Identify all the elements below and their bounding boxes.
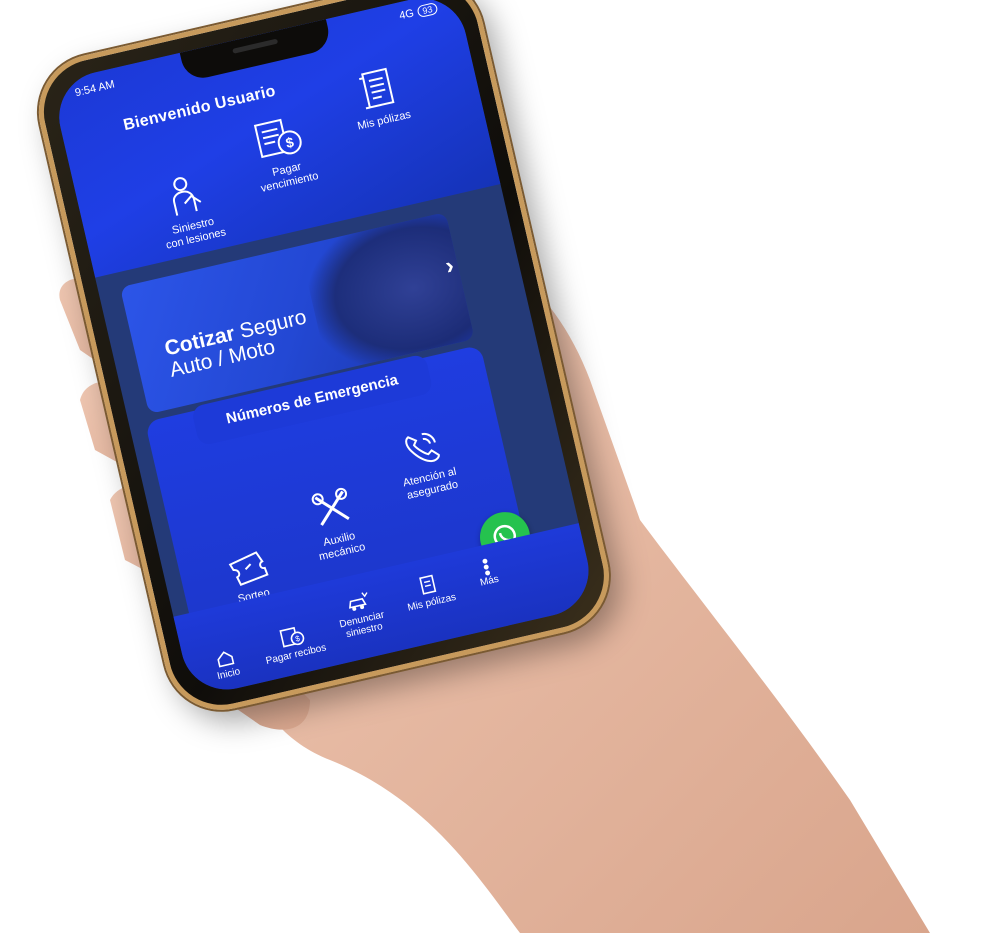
car-image [296, 212, 475, 373]
injured-person-icon [172, 177, 202, 216]
policy-icon [419, 574, 437, 595]
bill-payment-icon: $ [253, 118, 302, 159]
phone-frame: 9:54 AM 4G 93 Bienvenido Usuario Siniest… [27, 0, 621, 722]
battery-indicator: 93 [416, 1, 439, 19]
app-screen: 9:54 AM 4G 93 Bienvenido Usuario Siniest… [50, 0, 598, 699]
home-icon [217, 651, 235, 668]
emergency-item-atencion-asegurado[interactable]: Atención al asegurado [375, 421, 478, 508]
nav-item-pagar-recibos[interactable]: $ Pagar recibos [256, 619, 332, 668]
phone-call-icon [405, 432, 440, 463]
network-label: 4G [398, 7, 416, 23]
user-name: Usuario [213, 82, 278, 113]
quick-action-mis-polizas[interactable]: Mis pólizas [319, 58, 439, 140]
car-crash-icon [349, 592, 368, 611]
nav-item-mis-polizas[interactable]: Mis pólizas [391, 567, 467, 616]
ticket-icon [228, 551, 269, 586]
policy-document-icon [359, 67, 395, 110]
welcome-label: Bienvenido [121, 97, 213, 135]
nav-item-inicio[interactable]: Inicio [189, 642, 264, 687]
receipt-payment-icon: $ [279, 626, 305, 648]
promo-title-rest: Seguro [237, 305, 309, 344]
promo-title: Cotizar Seguro Auto / Moto [162, 305, 314, 381]
nav-item-denunciar-siniestro[interactable]: Denunciar siniestro [321, 584, 399, 644]
emergency-item-auxilio-mecanico[interactable]: Auxilio mecánico [284, 479, 388, 569]
tools-icon [311, 487, 350, 526]
quick-action-pagar-vencimiento[interactable]: $ Pagar vencimiento [221, 107, 344, 202]
nav-item-mas[interactable]: • • • Más [465, 551, 510, 591]
